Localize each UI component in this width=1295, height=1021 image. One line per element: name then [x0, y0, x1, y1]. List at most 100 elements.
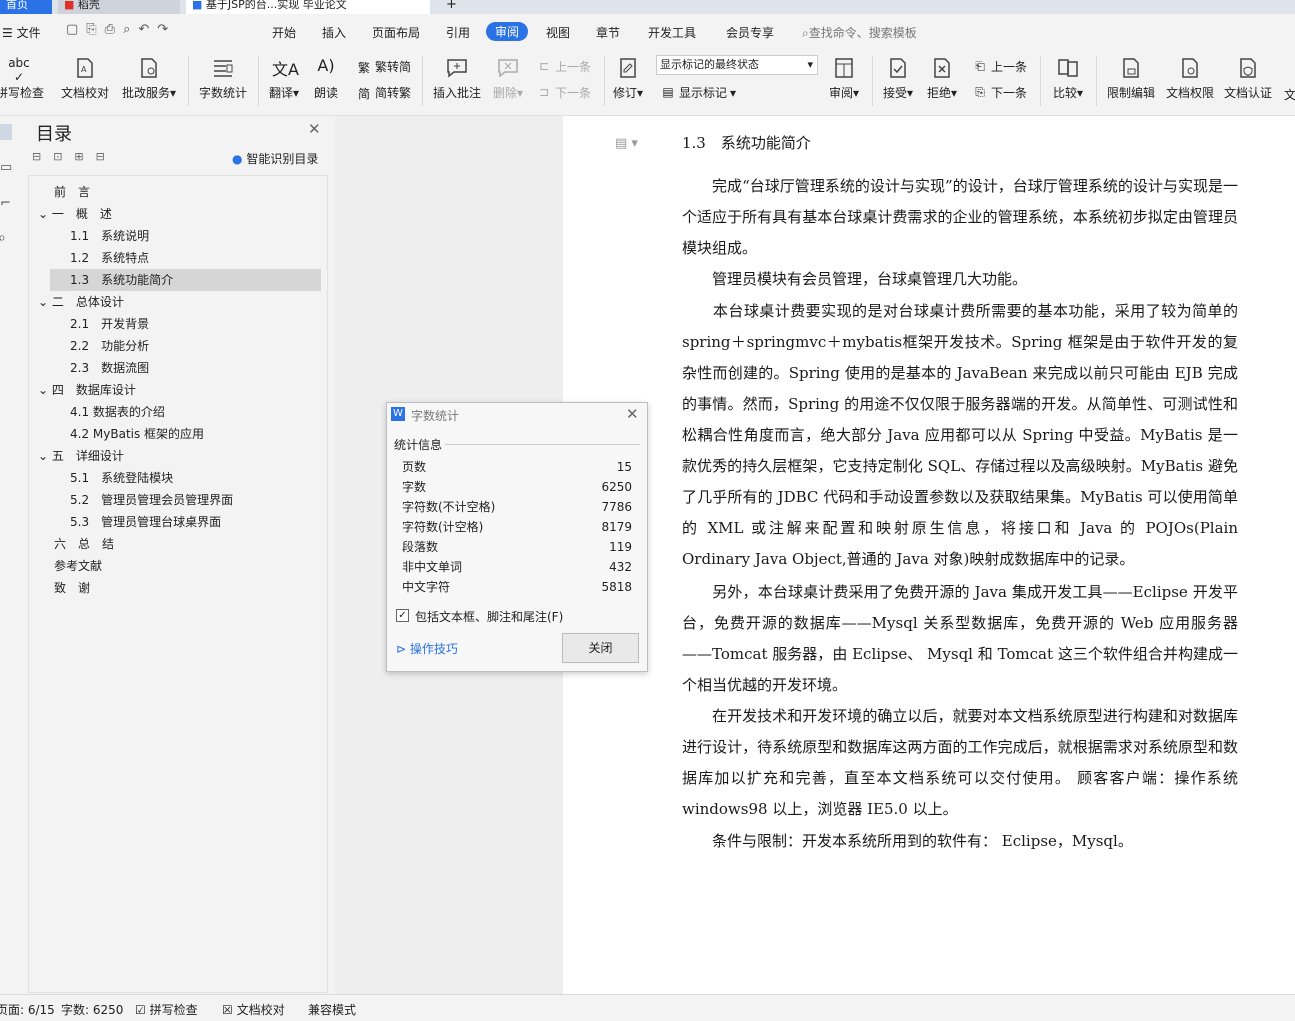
restrict-editing-button[interactable]: 限制编辑	[1104, 56, 1158, 101]
page-indicator[interactable]: 页面: 6/15	[0, 1001, 55, 1018]
permission-icon	[1182, 58, 1198, 78]
next-change-button[interactable]: ⎘ 下一条	[972, 84, 1027, 101]
read-aloud-button[interactable]: A) 朗读	[310, 56, 342, 101]
doc-permission-label: 文档权限	[1165, 86, 1214, 100]
section-heading: 1.3 系统功能简介	[682, 134, 811, 152]
smart-toc-button[interactable]: ● 智能识别目录	[232, 150, 318, 167]
translate-button[interactable]: 文A 翻译▾	[264, 56, 304, 101]
smart-toc-label: 智能识别目录	[246, 152, 319, 166]
toc-item[interactable]: 2.1 开发背景	[50, 313, 321, 335]
markup-display-select[interactable]: 显示标记的最终状态 ▾	[656, 55, 818, 75]
search-rail-icon[interactable]: ⌕	[0, 230, 6, 246]
tab-document[interactable]: ■ 基于JSP的台...实现 毕业论文	[186, 0, 430, 14]
toc-level-controls[interactable]: ⊟⊡⊞⊟	[32, 150, 117, 163]
stat-value: 15	[616, 460, 632, 474]
toc-item[interactable]: 2.3 数据流图	[50, 357, 321, 379]
chapter-rail-icon[interactable]: ▭	[0, 160, 12, 175]
toc-item[interactable]: 5.2 管理员管理会员管理界面	[50, 489, 321, 511]
doc-proof-status-label: 文档校对	[236, 1003, 285, 1017]
simp-to-trad-button[interactable]: 简简转繁	[356, 84, 411, 101]
toc-item[interactable]: 4.2 MyBatis 框架的应用	[50, 423, 321, 445]
word-count-button[interactable]: 字数统计	[198, 56, 248, 101]
simp-to-trad-icon: 简	[357, 86, 370, 101]
review-pane-label: 审阅	[828, 86, 853, 100]
menu-review[interactable]: 审阅	[486, 22, 529, 41]
doc-permission-button[interactable]: 文档权限	[1164, 56, 1216, 101]
stat-label: 非中文单词	[402, 560, 463, 574]
toc-rail-icon[interactable]	[0, 124, 12, 140]
doc-certify-button[interactable]: 文档认证	[1222, 56, 1274, 101]
word-count-indicator[interactable]: 字数: 6250	[61, 1001, 123, 1018]
compare-icon	[1058, 59, 1078, 77]
close-icon[interactable]: ✕	[626, 405, 639, 423]
toc-item[interactable]: ⌄ 五 详细设计	[38, 445, 309, 467]
prev-change-button[interactable]: ⎗ 上一条	[972, 58, 1027, 75]
toc-item[interactable]: 1.1 系统说明	[50, 225, 321, 247]
menu-reference[interactable]: 引用	[446, 24, 470, 41]
menu-member[interactable]: 会员专享	[726, 24, 774, 41]
compare-button[interactable]: 比较▾	[1048, 56, 1088, 101]
toc-item[interactable]: ⌄ 一 概 述	[38, 203, 309, 225]
tab-home[interactable]: 首页	[0, 0, 52, 14]
paragraph-options-icon[interactable]: ▤ ▾	[615, 136, 638, 151]
spell-check-button[interactable]: abc ✓ 拼写检查	[0, 56, 44, 101]
next-comment-icon: ⊐	[538, 84, 550, 99]
toc-item[interactable]: 2.2 功能分析	[50, 335, 321, 357]
reject-button[interactable]: 拒绝▾	[922, 56, 962, 101]
show-markup-button[interactable]: ▤ 显示标记 ▾	[660, 84, 736, 101]
toc-item[interactable]: 致 谢	[50, 577, 321, 599]
menu-page-layout[interactable]: 页面布局	[372, 24, 420, 41]
trad-to-simp-button[interactable]: 繁繁转简	[356, 58, 411, 75]
delete-comment-button[interactable]: 删除▾	[488, 56, 528, 101]
toc-item-selected[interactable]: 1.3 系统功能简介	[50, 269, 321, 291]
menu-insert[interactable]: 插入	[322, 24, 346, 41]
chevron-down-icon: ⌄	[38, 295, 49, 309]
spell-check-status[interactable]: ☑ 拼写检查	[135, 1001, 198, 1018]
toc-item[interactable]: 六 总 结	[50, 533, 321, 555]
menu-chapter[interactable]: 章节	[596, 24, 620, 41]
close-button[interactable]: 关闭	[562, 633, 639, 663]
next-comment-button[interactable]: ⊐ 下一条	[536, 84, 591, 101]
accept-icon	[890, 58, 906, 78]
toc-item[interactable]: 1.2 系统特点	[50, 247, 321, 269]
new-tab-button[interactable]: +	[440, 0, 460, 14]
quick-access-toolbar[interactable]: ▢⎘⎙⌕↶↷	[66, 22, 176, 37]
doc-proof-status[interactable]: ☒ 文档校对	[222, 1001, 285, 1018]
track-changes-button[interactable]: 修订▾	[610, 56, 646, 101]
stat-row: 字数 6250	[402, 477, 632, 497]
accept-button[interactable]: 接受▾	[878, 56, 918, 101]
menu-start[interactable]: 开始	[272, 24, 296, 41]
include-textbox-checkbox[interactable]: ✓	[396, 609, 409, 622]
prev-comment-button[interactable]: ⊏ 上一条	[536, 58, 591, 75]
tab-docer[interactable]: ■ 稻壳	[58, 0, 180, 14]
stat-label: 页数	[402, 460, 427, 474]
toc-item[interactable]: 5.3 管理员管理台球桌界面	[50, 511, 321, 533]
review-service-button[interactable]: 批改服务▾	[120, 56, 178, 101]
lock-icon	[1123, 58, 1139, 78]
bookmark-rail-icon[interactable]: ⌐	[0, 196, 11, 211]
toc-item[interactable]: 5.1 系统登陆模块	[50, 467, 321, 489]
command-search[interactable]: ⌕查找命令、搜索模板	[802, 24, 917, 41]
more-button[interactable]: 文	[1284, 86, 1295, 103]
stat-label: 字数	[402, 480, 427, 494]
insert-comment-label: 插入批注	[432, 86, 481, 100]
doc-proof-button[interactable]: A 文档校对	[60, 56, 110, 101]
menu-view[interactable]: 视图	[546, 24, 570, 41]
toc-item[interactable]: 参考文献	[50, 555, 321, 577]
review-pane-button[interactable]: 审阅▾	[826, 56, 862, 101]
stat-label: 段落数	[402, 540, 439, 554]
toc-item[interactable]: ⌄ 四 数据库设计	[38, 379, 309, 401]
toc-list: 前 言 ⌄ 一 概 述 1.1 系统说明 1.2 系统特点 1.3 系统功能简介…	[28, 175, 328, 993]
toc-item[interactable]: 4.1 数据表的介绍	[50, 401, 321, 423]
stat-value: 5818	[601, 580, 632, 594]
insert-comment-button[interactable]: 插入批注	[430, 56, 484, 101]
toc-item[interactable]: 前 言	[50, 181, 321, 203]
toc-item[interactable]: ⌄ 二 总体设计	[38, 291, 309, 313]
menu-developer[interactable]: 开发工具	[648, 24, 696, 41]
compat-mode-status: 兼容模式	[308, 1003, 357, 1017]
file-menu[interactable]: ☰ 文件	[2, 24, 41, 41]
toc-item-label: 二 总体设计	[51, 295, 124, 309]
tips-link[interactable]: ⊳ 操作技巧	[396, 640, 458, 657]
tips-label: 操作技巧	[409, 642, 458, 656]
close-icon[interactable]: ✕	[308, 120, 321, 138]
